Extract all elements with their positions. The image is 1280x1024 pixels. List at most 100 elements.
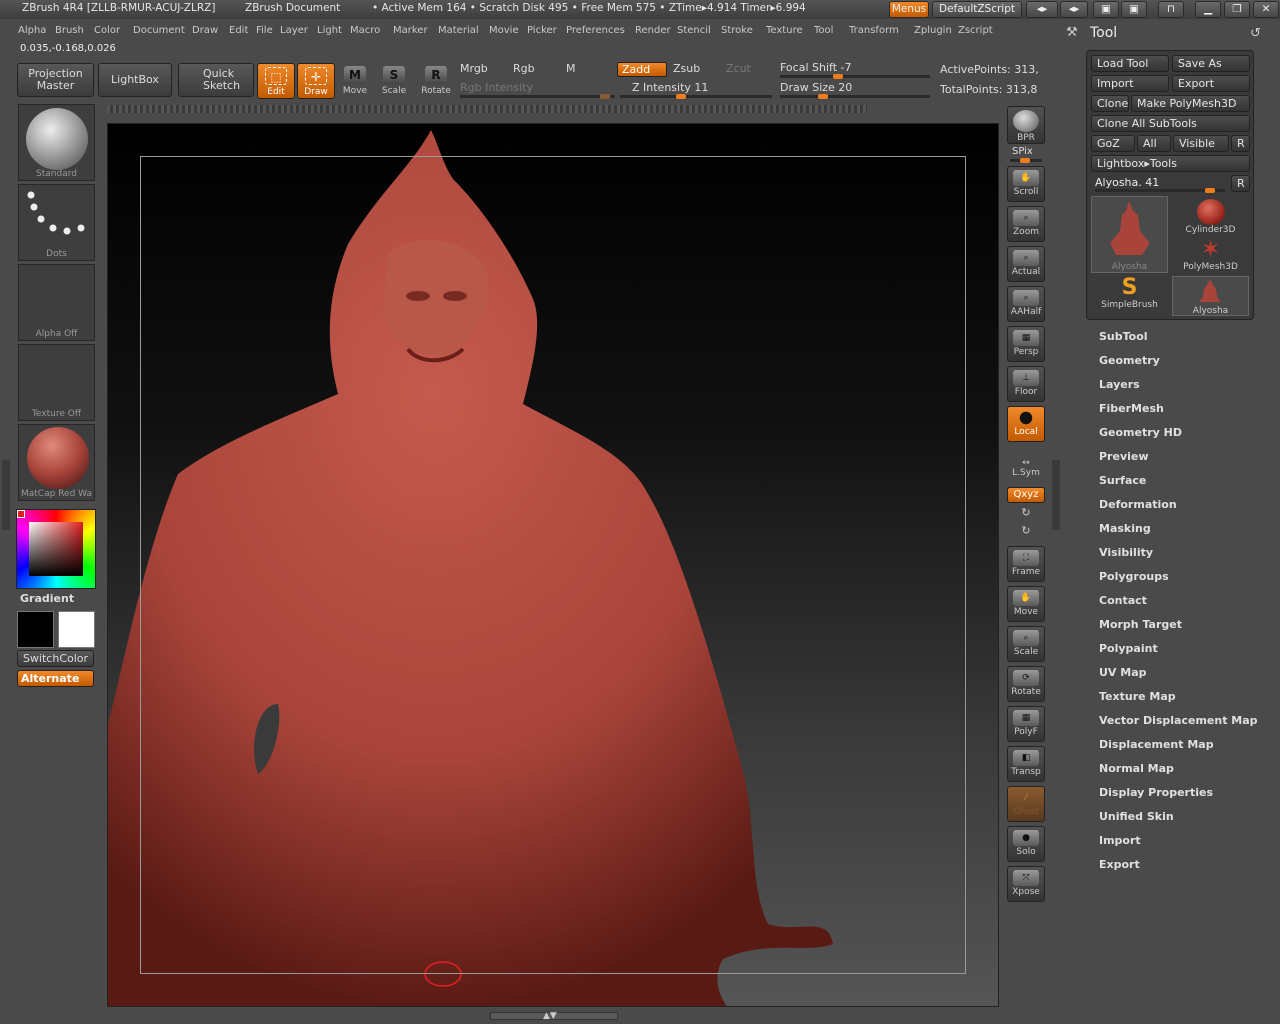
menu-transform[interactable]: Transform: [849, 25, 899, 36]
slider-knob[interactable]: [1205, 188, 1215, 193]
menu-preferences[interactable]: Preferences: [566, 25, 625, 36]
m-toggle[interactable]: M: [562, 62, 612, 77]
panel-toggle-icon[interactable]: ◂▸: [1026, 1, 1058, 18]
tool-thumb-alyosha-2[interactable]: Alyosha: [1172, 276, 1249, 316]
solo-button[interactable]: ● Solo: [1007, 826, 1045, 862]
menu-macro[interactable]: Macro: [350, 25, 380, 36]
goz-r-button[interactable]: R: [1231, 135, 1250, 152]
bpr-button[interactable]: BPR: [1007, 106, 1045, 144]
menu-material[interactable]: Material: [438, 25, 479, 36]
section-layers[interactable]: Layers: [1099, 378, 1140, 391]
menu-zscript[interactable]: Zscript: [958, 25, 993, 36]
material-selector[interactable]: MatCap Red Wa: [18, 424, 95, 501]
zsub-toggle[interactable]: Zsub: [669, 62, 719, 77]
xyz-button[interactable]: Qxyz: [1007, 487, 1045, 503]
rgb-toggle[interactable]: Rgb: [509, 62, 559, 77]
menu-color[interactable]: Color: [94, 25, 120, 36]
layout-icon[interactable]: ▣: [1093, 1, 1119, 18]
menu-marker[interactable]: Marker: [393, 25, 428, 36]
color-picker-cursor[interactable]: [17, 510, 25, 518]
persp-button[interactable]: ▦ Persp: [1007, 326, 1045, 362]
color-picker-square[interactable]: [29, 522, 83, 576]
clone-button[interactable]: Clone: [1091, 95, 1129, 112]
tool-r-button[interactable]: R: [1231, 175, 1250, 192]
section-geometry[interactable]: Geometry: [1099, 354, 1160, 367]
panel-toggle-icon[interactable]: ◂▸: [1060, 1, 1088, 18]
rotate-mode-button[interactable]: R Rotate: [417, 63, 455, 99]
rotate-y-icon[interactable]: ↻: [1007, 506, 1045, 522]
zadd-toggle[interactable]: Zadd: [617, 62, 667, 77]
mrgb-toggle[interactable]: Mrgb: [456, 62, 506, 77]
focal-shift-slider[interactable]: [780, 74, 930, 79]
reset-icon[interactable]: ↺: [1250, 26, 1261, 41]
load-tool-button[interactable]: Load Tool: [1091, 55, 1169, 72]
menu-movie[interactable]: Movie: [489, 25, 519, 36]
section-surface[interactable]: Surface: [1099, 474, 1146, 487]
section-morph-target[interactable]: Morph Target: [1099, 618, 1182, 631]
menu-brush[interactable]: Brush: [55, 25, 84, 36]
close-icon[interactable]: ✕: [1253, 1, 1279, 18]
slider-knob[interactable]: [600, 94, 610, 99]
menus-button[interactable]: Menus: [889, 1, 929, 18]
scale-view-button[interactable]: ⌕ Scale: [1007, 626, 1045, 662]
slider-knob[interactable]: [817, 94, 828, 99]
section-polypaint[interactable]: Polypaint: [1099, 642, 1158, 655]
tool-slider[interactable]: [1095, 188, 1225, 193]
main-color-swatch[interactable]: [58, 611, 95, 648]
edit-mode-button[interactable]: ⬚ Edit: [257, 63, 295, 99]
section-fibermesh[interactable]: FiberMesh: [1099, 402, 1164, 415]
section-geometry-hd[interactable]: Geometry HD: [1099, 426, 1182, 439]
secondary-color-swatch[interactable]: [17, 611, 54, 648]
section-export[interactable]: Export: [1099, 858, 1140, 871]
section-polygroups[interactable]: Polygroups: [1099, 570, 1169, 583]
menu-layer[interactable]: Layer: [280, 25, 308, 36]
menu-picker[interactable]: Picker: [527, 25, 557, 36]
goz-all-button[interactable]: All: [1137, 135, 1171, 152]
top-shelf-scroll[interactable]: [107, 105, 867, 113]
rotate-view-button[interactable]: ⟳ Rotate: [1007, 666, 1045, 702]
section-visibility[interactable]: Visibility: [1099, 546, 1153, 559]
slider-knob[interactable]: [675, 94, 686, 99]
zcut-toggle[interactable]: Zcut: [722, 62, 772, 77]
menu-draw[interactable]: Draw: [192, 25, 218, 36]
rotate-z-icon[interactable]: ↻: [1007, 524, 1045, 540]
polyf-button[interactable]: ▦ PolyF: [1007, 706, 1045, 742]
actual-button[interactable]: ⌕ Actual: [1007, 246, 1045, 282]
section-preview[interactable]: Preview: [1099, 450, 1149, 463]
menu-edit[interactable]: Edit: [229, 25, 248, 36]
goz-button[interactable]: GoZ: [1091, 135, 1135, 152]
lsym-button[interactable]: ↔ L.Sym: [1007, 452, 1045, 482]
minimize-icon[interactable]: ▁: [1195, 1, 1221, 18]
draw-mode-button[interactable]: ✛ Draw: [297, 63, 335, 99]
move-mode-button[interactable]: M Move: [336, 63, 374, 99]
menu-file[interactable]: File: [256, 25, 273, 36]
alternate-button[interactable]: Alternate: [17, 670, 94, 687]
scroll-button[interactable]: ✋ Scroll: [1007, 166, 1045, 202]
quick-sketch-button[interactable]: Quick Sketch: [178, 63, 254, 97]
right-tray-handle[interactable]: [1052, 460, 1060, 530]
section-subtool[interactable]: SubTool: [1099, 330, 1148, 343]
section-deformation[interactable]: Deformation: [1099, 498, 1177, 511]
import-button[interactable]: Import: [1091, 75, 1169, 92]
bottom-tray-handle[interactable]: ▲▼: [490, 1011, 618, 1021]
section-displacement-map[interactable]: Displacement Map: [1099, 738, 1214, 751]
alpha-selector[interactable]: Alpha Off: [18, 264, 95, 341]
menu-light[interactable]: Light: [317, 25, 342, 36]
section-contact[interactable]: Contact: [1099, 594, 1147, 607]
local-button[interactable]: Local: [1007, 406, 1045, 442]
move-view-button[interactable]: ✋ Move: [1007, 586, 1045, 622]
transp-button[interactable]: ◧ Transp: [1007, 746, 1045, 782]
section-vector-displacement-map[interactable]: Vector Displacement Map: [1099, 714, 1258, 727]
color-picker[interactable]: [16, 509, 96, 589]
switch-color-button[interactable]: SwitchColor: [17, 650, 94, 667]
menu-stencil[interactable]: Stencil: [677, 25, 711, 36]
export-button[interactable]: Export: [1172, 75, 1250, 92]
draw-size-slider[interactable]: [780, 94, 930, 99]
scale-mode-button[interactable]: S Scale: [375, 63, 413, 99]
restore-icon[interactable]: ❐: [1224, 1, 1250, 18]
layout-icon[interactable]: ▣: [1121, 1, 1147, 18]
xpose-button[interactable]: ⤧ Xpose: [1007, 866, 1045, 902]
lightbox-tools-button[interactable]: Lightbox▸Tools: [1091, 155, 1250, 172]
goz-visible-button[interactable]: Visible: [1173, 135, 1229, 152]
slider-knob[interactable]: [833, 74, 844, 79]
